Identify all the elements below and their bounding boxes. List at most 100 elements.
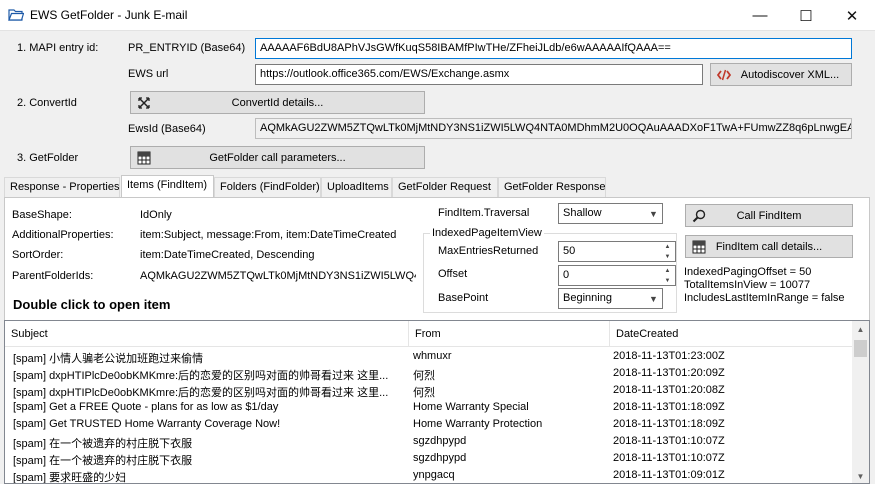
xml-code-icon	[717, 69, 731, 81]
cell-from: Home Warranty Protection	[413, 418, 543, 430]
tab-getfolder-response[interactable]: GetFolder Response	[498, 177, 606, 197]
traversal-value: Shallow	[563, 207, 602, 219]
pr-entryid-input[interactable]: AAAAAF6BdU8APhVJsGWfKuqS58IBAMfPIwTHe/ZF…	[255, 38, 852, 59]
getfolder-label: 3. GetFolder	[17, 152, 79, 164]
cell-from: 何烈	[413, 387, 435, 399]
items-list[interactable]: Subject From DateCreated [spam] 小情人骗老公说加…	[4, 320, 870, 484]
cell-date: 2018-11-13T01:20:09Z	[613, 367, 725, 379]
tab-getfolder-request[interactable]: GetFolder Request	[392, 177, 498, 197]
column-header-subject[interactable]: Subject	[5, 321, 409, 347]
tab-folders-findfolder[interactable]: Folders (FindFolder)	[214, 177, 321, 197]
double-click-hint: Double click to open item	[13, 297, 171, 312]
table-row[interactable]: [spam] Get a FREE Quote - plans for as l…	[5, 399, 853, 416]
table-row[interactable]: [spam] dxpHTIPlcDe0obKMKmre:后的恋爱的区别吗对面的帅…	[5, 382, 853, 399]
convertid-details-button[interactable]: ConvertId details...	[130, 91, 425, 114]
folder-icon	[8, 9, 24, 21]
basepoint-label: BasePoint	[438, 292, 489, 304]
chevron-down-icon: ▼	[649, 208, 658, 219]
result-paging-offset: IndexedPagingOffset = 50	[684, 266, 812, 278]
scroll-up-icon[interactable]: ▲	[852, 321, 869, 338]
autodiscover-label: Autodiscover XML...	[740, 68, 840, 81]
prop-value: item:Subject, message:From, item:DateTim…	[140, 229, 397, 241]
convertid-details-label: ConvertId details...	[231, 96, 324, 109]
table-grid-icon	[692, 240, 706, 254]
getfolder-params-button[interactable]: GetFolder call parameters...	[130, 146, 425, 169]
column-header-from[interactable]: From	[409, 321, 610, 347]
prop-value: IdOnly	[140, 209, 172, 221]
traversal-select[interactable]: Shallow ▼	[558, 203, 663, 224]
cell-from: sgzdhpypd	[413, 435, 467, 447]
tab-items-finditem[interactable]: Items (FindItem)	[121, 175, 214, 197]
table-row[interactable]: [spam] dxpHTIPlcDe0obKMKmre:后的恋爱的区别吗对面的帅…	[5, 365, 853, 382]
offset-stepper[interactable]: 0 ▲ ▼	[558, 265, 676, 286]
window-title: EWS GetFolder - Junk E-mail	[30, 8, 188, 22]
cell-subject: [spam] Get a FREE Quote - plans for as l…	[13, 401, 279, 413]
finditem-details-button[interactable]: FindItem call details...	[685, 235, 853, 258]
group-title: IndexedPageItemView	[430, 227, 544, 239]
cell-date: 2018-11-13T01:23:00Z	[613, 350, 725, 362]
cell-date: 2018-11-13T01:18:09Z	[613, 401, 725, 413]
search-icon	[692, 209, 706, 223]
scroll-down-icon[interactable]: ▼	[852, 468, 869, 483]
cell-date: 2018-11-13T01:20:08Z	[613, 384, 725, 396]
mapi-entry-label: 1. MAPI entry id:	[17, 42, 99, 54]
autodiscover-xml-button[interactable]: Autodiscover XML...	[710, 63, 852, 86]
cell-date: 2018-11-13T01:18:09Z	[613, 418, 725, 430]
prop-name: BaseShape:	[12, 209, 72, 221]
spin-up-icon[interactable]: ▲	[660, 266, 675, 275]
basepoint-value: Beginning	[563, 292, 612, 304]
cell-subject: [spam] 要求旺盛的少妇	[13, 472, 127, 484]
call-finditem-button[interactable]: Call FindItem	[685, 204, 853, 227]
prop-name: AdditionalProperties:	[12, 229, 114, 241]
cell-subject: [spam] 在一个被遗弃的村庄脱下衣服	[13, 455, 193, 467]
max-entries-value: 50	[563, 245, 576, 257]
spin-up-icon[interactable]: ▲	[660, 242, 675, 251]
table-grid-icon	[137, 151, 151, 165]
column-header-date[interactable]: DateCreated	[610, 321, 854, 347]
table-row[interactable]: [spam] 在一个被遗弃的村庄脱下衣服 sgzdhpypd 2018-11-1…	[5, 450, 853, 467]
convertid-label: 2. ConvertId	[17, 97, 77, 109]
cell-subject: [spam] dxpHTIPlcDe0obKMKmre:后的恋爱的区别吗对面的帅…	[13, 370, 389, 382]
max-entries-label: MaxEntriesReturned	[438, 245, 539, 257]
close-button[interactable]: ✕	[829, 0, 875, 31]
max-entries-stepper[interactable]: 50 ▲ ▼	[558, 241, 676, 262]
cell-from: ynpgacq	[413, 469, 455, 481]
table-row[interactable]: [spam] 在一个被遗弃的村庄脱下衣服 sgzdhpypd 2018-11-1…	[5, 433, 853, 450]
traversal-label: FindItem.Traversal	[438, 207, 530, 219]
cell-from: Home Warranty Special	[413, 401, 529, 413]
maximize-button[interactable]: ☐	[783, 0, 829, 31]
tab-uploaditems[interactable]: UploadItems	[321, 177, 392, 197]
chevron-down-icon: ▼	[649, 293, 658, 304]
cell-date: 2018-11-13T01:10:07Z	[613, 452, 725, 464]
prop-name: SortOrder:	[12, 249, 64, 261]
cell-date: 2018-11-13T01:10:07Z	[613, 435, 725, 447]
cell-from: whmuxr	[413, 350, 452, 362]
ewsid-label: EwsId (Base64)	[128, 123, 206, 135]
tab-response-properties[interactable]: Response - Properties	[4, 177, 120, 197]
offset-value: 0	[563, 269, 570, 281]
table-row[interactable]: [spam] 小情人骗老公说加班跑过来偷情 whmuxr 2018-11-13T…	[5, 348, 853, 365]
cell-subject: [spam] 在一个被遗弃的村庄脱下衣服	[13, 438, 193, 450]
ewsid-input[interactable]: AQMkAGU2ZWM5ZTQwLTk0MjMtNDY3NS1iZWI5LWQ4…	[255, 118, 852, 139]
spin-down-icon[interactable]: ▼	[660, 252, 675, 261]
finditem-details-label: FindItem call details...	[715, 240, 823, 253]
result-includes-last: IncludesLastItemInRange = false	[684, 292, 845, 304]
pr-entryid-label: PR_ENTRYID (Base64)	[128, 42, 246, 54]
getfolder-params-label: GetFolder call parameters...	[209, 151, 346, 164]
cell-date: 2018-11-13T01:09:01Z	[613, 469, 725, 481]
vertical-scrollbar[interactable]: ▲ ▼	[852, 321, 869, 483]
ews-url-label: EWS url	[128, 68, 169, 80]
scroll-thumb[interactable]	[854, 340, 867, 357]
table-row[interactable]: [spam] 要求旺盛的少妇 ynpgacq 2018-11-13T01:09:…	[5, 467, 853, 484]
cell-from: 何烈	[413, 370, 435, 382]
minimize-button[interactable]: —	[737, 0, 783, 31]
ews-url-input[interactable]: https://outlook.office365.com/EWS/Exchan…	[255, 64, 703, 85]
basepoint-select[interactable]: Beginning ▼	[558, 288, 663, 309]
result-total-items: TotalItemsInView = 10077	[684, 279, 811, 291]
spin-down-icon[interactable]: ▼	[660, 276, 675, 285]
prop-name: ParentFolderIds:	[12, 270, 94, 282]
prop-value: AQMkAGU2ZWM5ZTQwLTk0MjMtNDY3NS1iZWI5LWQ4…	[140, 270, 416, 282]
convert-arrows-icon	[138, 97, 150, 109]
cell-subject: [spam] 小情人骗老公说加班跑过来偷情	[13, 353, 204, 365]
table-row[interactable]: [spam] Get TRUSTED Home Warranty Coverag…	[5, 416, 853, 433]
